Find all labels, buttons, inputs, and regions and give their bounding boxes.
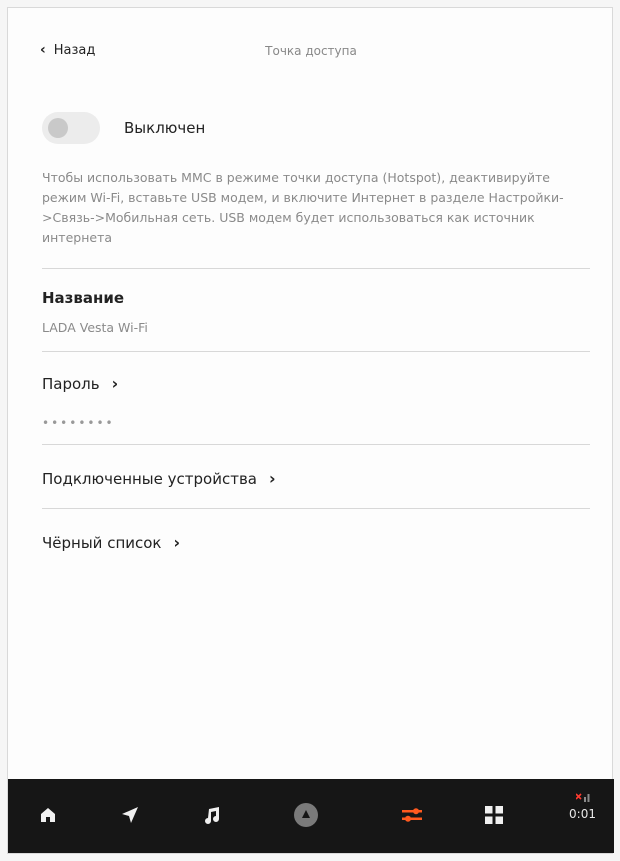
- password-row[interactable]: Пароль ›: [42, 374, 118, 393]
- settings-sliders-icon[interactable]: [394, 797, 430, 833]
- hotspot-toggle[interactable]: [42, 112, 100, 144]
- home-icon[interactable]: [30, 797, 66, 833]
- blacklist-label: Чёрный список: [42, 533, 162, 552]
- hotspot-info-text: Чтобы использовать ММС в режиме точки до…: [42, 170, 564, 245]
- name-section-label: Название: [42, 289, 125, 307]
- music-icon[interactable]: [194, 797, 230, 833]
- divider: [42, 351, 590, 352]
- app-frame: ‹ Назад Точка доступа Выключен Чтобы исп…: [7, 7, 614, 854]
- chevron-right-icon: ›: [173, 533, 181, 552]
- password-value: ••••••••: [42, 416, 115, 430]
- header: ‹ Назад Точка доступа: [8, 8, 614, 92]
- signal-status-icon: [575, 793, 592, 806]
- page-title: Точка доступа: [265, 44, 357, 58]
- hotspot-toggle-label: Выключен: [124, 119, 206, 137]
- hotspot-name-value[interactable]: LADA Vesta Wi-Fi: [42, 320, 148, 335]
- divider: [42, 508, 590, 509]
- divider: [42, 268, 590, 269]
- apps-grid-icon[interactable]: [476, 797, 512, 833]
- hotspot-toggle-row: Выключен: [42, 112, 205, 144]
- voice-assistant-icon[interactable]: [288, 797, 324, 833]
- divider: [42, 444, 590, 445]
- password-label: Пароль: [42, 374, 100, 393]
- connected-devices-label: Подключенные устройства: [42, 469, 257, 488]
- navigation-icon[interactable]: [112, 797, 148, 833]
- bottom-nav-bar: 0:01: [8, 779, 614, 853]
- connected-devices-row[interactable]: Подключенные устройства ›: [42, 469, 276, 488]
- clock-time: 0:01: [569, 807, 596, 821]
- chevron-right-icon: ›: [268, 469, 276, 488]
- chevron-right-icon: ›: [111, 374, 119, 393]
- toggle-knob: [48, 118, 68, 138]
- blacklist-row[interactable]: Чёрный список ›: [42, 533, 180, 552]
